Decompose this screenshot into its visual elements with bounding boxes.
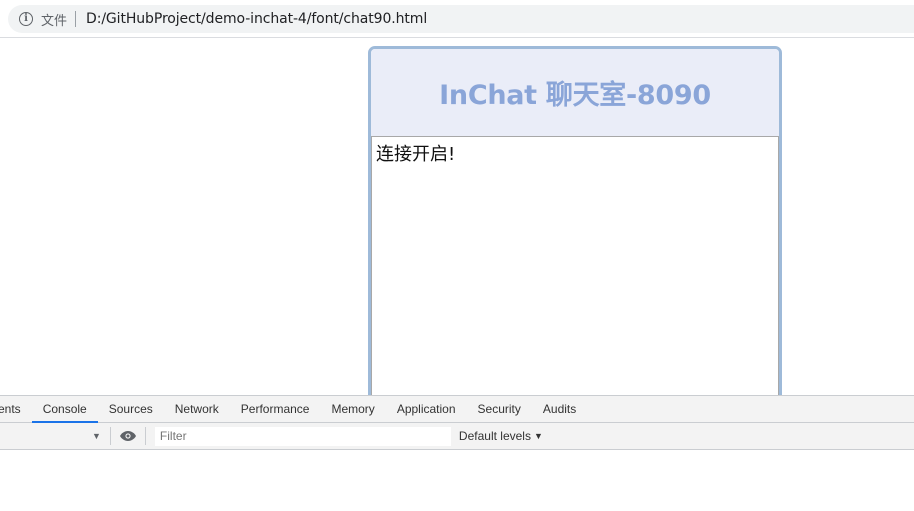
console-toolbar: ▼ Default levels ▼ — [0, 423, 914, 450]
tab-label: Console — [42, 402, 87, 416]
tab-label: Performance — [240, 402, 310, 416]
security-chip-label[interactable]: 文件 — [41, 10, 67, 29]
tab-label: Sources — [108, 402, 153, 416]
devtools-panel: ments Console Sources Network Performanc… — [0, 395, 914, 511]
chat-message-list: 连接开启! — [371, 137, 779, 395]
tab-performance[interactable]: Performance — [230, 396, 321, 422]
url-text[interactable]: D:/GitHubProject/demo-inchat-4/font/chat… — [86, 11, 427, 27]
devtools-tab-bar: ments Console Sources Network Performanc… — [0, 396, 914, 423]
toolbar-divider — [109, 427, 111, 445]
omnibox-divider — [75, 11, 77, 27]
chat-header: InChat 聊天室-8090 — [371, 49, 779, 137]
info-icon[interactable]: i — [19, 12, 33, 26]
log-levels-dropdown[interactable]: Default levels ▼ — [459, 429, 543, 443]
chat-container: InChat 聊天室-8090 连接开启! — [368, 46, 782, 395]
tab-network[interactable]: Network — [164, 396, 230, 422]
tab-label: Network — [174, 402, 219, 416]
page-viewport: InChat 聊天室-8090 连接开启! — [0, 38, 914, 395]
omnibox[interactable]: i 文件 D:/GitHubProject/demo-inchat-4/font… — [8, 5, 914, 33]
console-filter-input[interactable] — [154, 426, 451, 446]
tab-application[interactable]: Application — [386, 396, 467, 422]
tab-label: Security — [477, 402, 521, 416]
tab-console[interactable]: Console — [31, 396, 98, 423]
tab-elements[interactable]: ments — [0, 396, 32, 422]
chat-message: 连接开启! — [376, 144, 456, 165]
tab-label: Application — [396, 402, 456, 416]
tab-label: ments — [0, 402, 21, 416]
eye-icon[interactable] — [119, 431, 136, 441]
console-output[interactable] — [0, 450, 914, 511]
chat-title: InChat 聊天室-8090 — [439, 80, 711, 111]
toolbar-divider — [144, 427, 146, 445]
tab-label: Memory — [331, 402, 375, 416]
chevron-down-icon: ▼ — [533, 431, 543, 441]
tab-label: Audits — [542, 402, 577, 416]
tab-audits[interactable]: Audits — [532, 396, 587, 422]
tab-sources[interactable]: Sources — [98, 396, 164, 422]
tab-security[interactable]: Security — [467, 396, 532, 422]
context-dropdown-arrow-icon[interactable]: ▼ — [92, 431, 101, 441]
tab-memory[interactable]: Memory — [320, 396, 385, 422]
log-levels-label: Default levels — [458, 429, 531, 443]
browser-toolbar: i 文件 D:/GitHubProject/demo-inchat-4/font… — [0, 0, 914, 38]
